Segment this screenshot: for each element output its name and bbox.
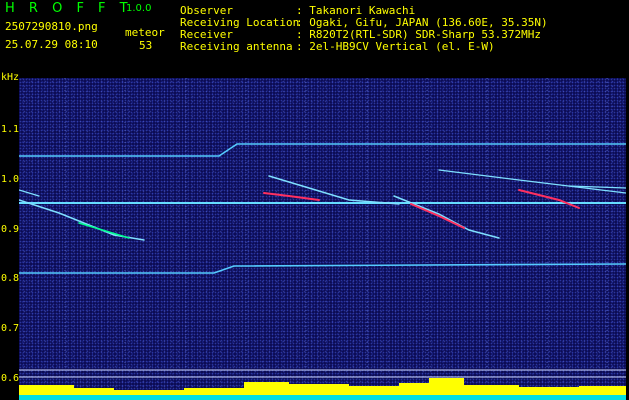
carrier-trace [19, 263, 626, 274]
y-tick-label: 0.8 [1, 273, 20, 284]
y-tick-label: 1.0 [1, 174, 20, 185]
y-tick-label: 1.1 [1, 124, 20, 135]
echo-streak [78, 222, 130, 239]
carrier-trace [19, 143, 626, 157]
y-tick-label: 0.9 [1, 224, 20, 235]
spectrogram-plot [19, 78, 626, 400]
echo-streak [518, 189, 580, 209]
app-logo: H R O F F T [5, 1, 133, 16]
echo-streak [410, 203, 465, 229]
echo-traces [19, 78, 626, 400]
y-tick-label: 0.6 [1, 373, 20, 384]
antenna-label: Receiving antenna [180, 40, 293, 53]
y-tick-label: 0.7 [1, 323, 20, 334]
echo-streak [438, 169, 626, 194]
meteor-count: 53 [139, 39, 153, 52]
version-label: 1.0.0 [126, 3, 152, 14]
antenna-value: : 2el-HB9CV Vertical (el. E-W) [296, 40, 495, 53]
echo-streak [263, 192, 320, 201]
meteor-label: meteor [125, 26, 165, 39]
filename: 2507290810.png [5, 20, 98, 33]
level-baseline [19, 395, 626, 400]
datetime: 25.07.29 08:10 [5, 38, 98, 51]
y-unit-label: kHz [1, 72, 20, 83]
echo-streak [268, 175, 400, 205]
echo-streak [19, 189, 40, 197]
